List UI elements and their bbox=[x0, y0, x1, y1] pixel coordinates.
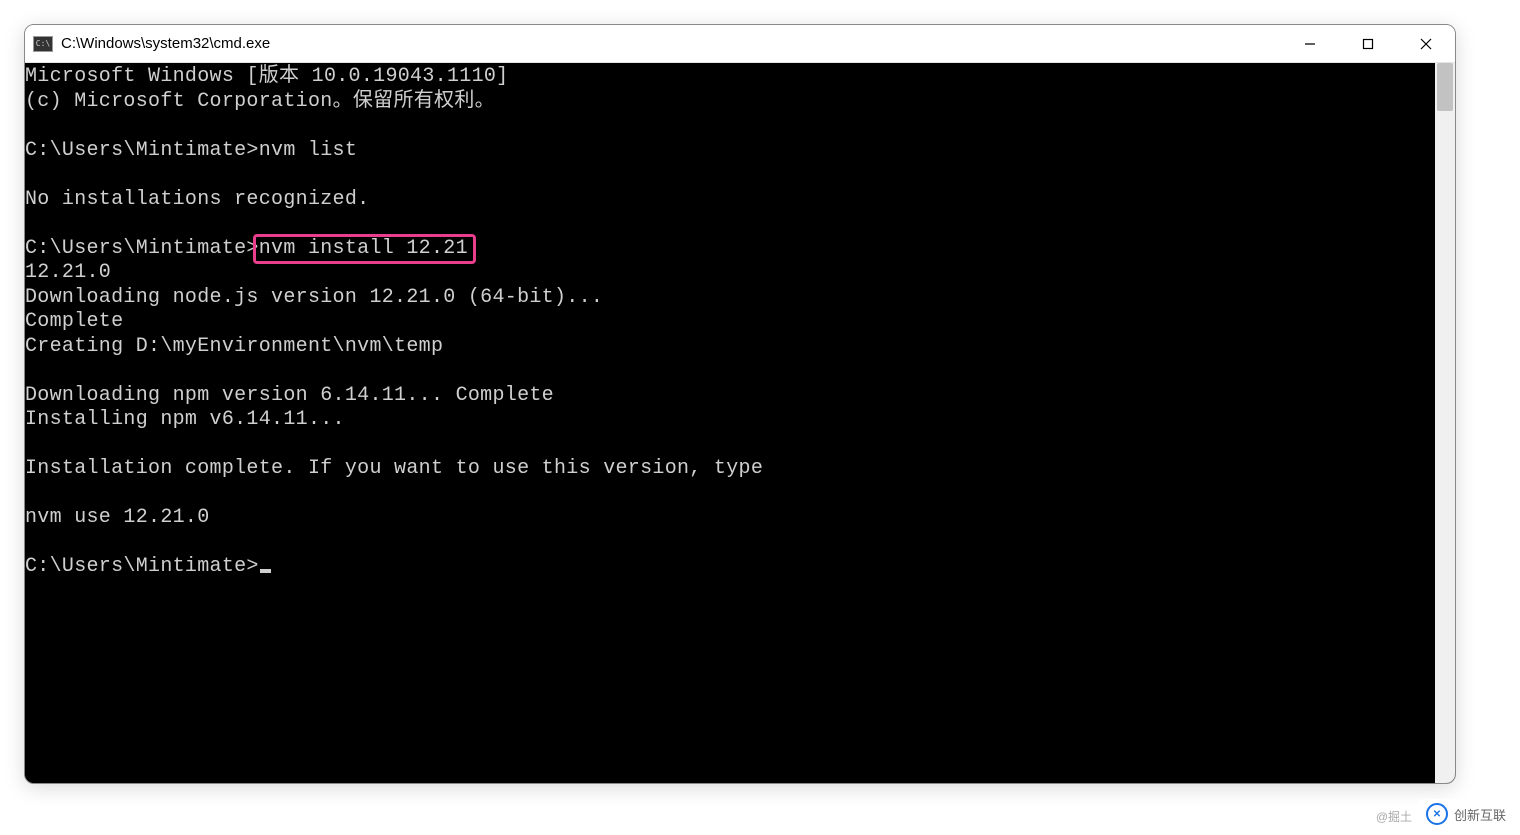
prompt-text: C:\Users\Mintimate> bbox=[25, 555, 259, 578]
close-icon bbox=[1420, 38, 1432, 50]
terminal-line: Creating D:\myEnvironment\nvm\temp bbox=[25, 335, 1435, 360]
terminal-wrap: Microsoft Windows [版本 10.0.19043.1110](c… bbox=[25, 63, 1455, 783]
terminal-line bbox=[25, 114, 1435, 139]
terminal-line: C:\Users\Mintimate>nvm install 12.21 bbox=[25, 237, 1435, 262]
terminal-line: C:\Users\Mintimate>nvm list bbox=[25, 139, 1435, 164]
titlebar[interactable]: C:\ C:\Windows\system32\cmd.exe bbox=[25, 25, 1455, 63]
watermark-prefix: @掘土 bbox=[1376, 808, 1412, 825]
vertical-scrollbar[interactable] bbox=[1435, 63, 1455, 783]
terminal-line: (c) Microsoft Corporation。保留所有权利。 bbox=[25, 90, 1435, 115]
terminal-line bbox=[25, 163, 1435, 188]
watermark-brand: ✕ 创新互联 bbox=[1418, 799, 1514, 829]
prompt-text: C:\Users\Mintimate> bbox=[25, 237, 259, 260]
terminal-line bbox=[25, 359, 1435, 384]
terminal-line: Installation complete. If you want to us… bbox=[25, 457, 1435, 482]
minimize-icon bbox=[1304, 38, 1316, 50]
terminal-line: No installations recognized. bbox=[25, 188, 1435, 213]
window-controls bbox=[1281, 25, 1455, 62]
highlighted-command: nvm install 12.21 bbox=[259, 237, 468, 262]
terminal-line: Downloading node.js version 12.21.0 (64-… bbox=[25, 286, 1435, 311]
cmd-window: C:\ C:\Windows\system32\cmd.exe Microsof… bbox=[24, 24, 1456, 784]
terminal-line: Complete bbox=[25, 310, 1435, 335]
cmd-icon: C:\ bbox=[33, 36, 53, 52]
terminal-line: 12.21.0 bbox=[25, 261, 1435, 286]
terminal-line bbox=[25, 212, 1435, 237]
close-button[interactable] bbox=[1397, 25, 1455, 62]
terminal-line: Downloading npm version 6.14.11... Compl… bbox=[25, 384, 1435, 409]
terminal-line bbox=[25, 482, 1435, 507]
terminal-line bbox=[25, 433, 1435, 458]
maximize-button[interactable] bbox=[1339, 25, 1397, 62]
terminal-output[interactable]: Microsoft Windows [版本 10.0.19043.1110](c… bbox=[25, 63, 1435, 783]
terminal-line: C:\Users\Mintimate> bbox=[25, 555, 1435, 580]
terminal-line: Installing npm v6.14.11... bbox=[25, 408, 1435, 433]
maximize-icon bbox=[1362, 38, 1374, 50]
terminal-line: nvm use 12.21.0 bbox=[25, 506, 1435, 531]
brand-logo-icon: ✕ bbox=[1426, 803, 1448, 825]
terminal-line bbox=[25, 531, 1435, 556]
window-title: C:\Windows\system32\cmd.exe bbox=[61, 35, 1281, 52]
minimize-button[interactable] bbox=[1281, 25, 1339, 62]
brand-text: 创新互联 bbox=[1454, 805, 1506, 824]
cursor-icon bbox=[260, 569, 271, 573]
scrollbar-thumb[interactable] bbox=[1437, 63, 1453, 111]
terminal-line: Microsoft Windows [版本 10.0.19043.1110] bbox=[25, 65, 1435, 90]
